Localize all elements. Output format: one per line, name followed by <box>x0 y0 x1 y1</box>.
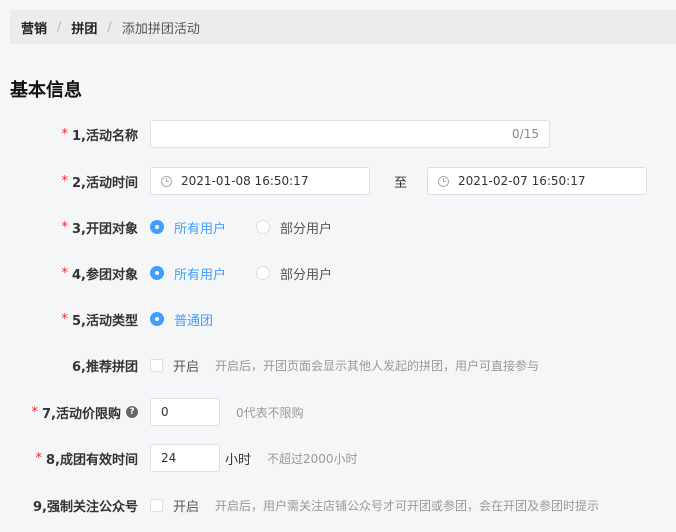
radio-label: 所有用户 <box>174 267 227 283</box>
start-time-value: 2021-01-08 16:50:17 <box>181 174 309 188</box>
input-value: 0 <box>161 405 169 419</box>
label-text: 6,推荐拼团 <box>72 359 138 375</box>
range-separator: 至 <box>394 175 408 191</box>
field-row-name: * 1,活动名称 0/15 <box>0 118 676 150</box>
radio-dot <box>150 266 164 280</box>
radio-label: 部分用户 <box>280 221 333 237</box>
required-mark: * <box>61 126 69 142</box>
field-label-name: * 1,活动名称 <box>62 125 138 144</box>
required-mark: * <box>61 219 69 235</box>
char-counter: 0/15 <box>512 127 539 141</box>
start-time-picker[interactable]: 2021-01-08 16:50:17 <box>150 167 370 195</box>
field-label-open-target: * 3,开团对象 <box>62 218 138 237</box>
breadcrumb-separator: / <box>107 19 112 35</box>
label-text: 7,活动价限购 <box>42 406 121 422</box>
required-mark: * <box>61 173 69 189</box>
label-text: 5,活动类型 <box>72 313 138 329</box>
breadcrumb-separator: / <box>57 19 62 35</box>
activity-name-input[interactable]: 0/15 <box>150 120 550 148</box>
end-time-picker[interactable]: 2021-02-07 16:50:17 <box>427 167 648 195</box>
field-row-join-target: * 4,参团对象 所有用户 部分用户 <box>0 257 676 289</box>
field-row-recommend: 6,推荐拼团 开启 开启后，开团页面会显示其他人发起的拼团，用户可直接参与 <box>0 349 676 381</box>
breadcrumb: 营销 / 拼团 / 添加拼团活动 <box>10 10 676 44</box>
field-label-join-target: * 4,参团对象 <box>62 264 138 283</box>
valid-time-hint: 不超过2000小时 <box>267 451 358 466</box>
clock-icon <box>438 175 450 187</box>
follow-checkbox[interactable]: 开启 <box>150 496 199 515</box>
field-label-time: * 2,活动时间 <box>62 172 138 191</box>
field-row-type: * 5,活动类型 普通团 <box>0 303 676 335</box>
label-text: 8,成团有效时间 <box>46 452 138 468</box>
breadcrumb-current: 添加拼团活动 <box>121 21 200 37</box>
field-label-type: * 5,活动类型 <box>62 310 138 329</box>
label-text: 3,开团对象 <box>72 221 138 237</box>
required-mark: * <box>35 450 43 466</box>
field-label-recommend: 6,推荐拼团 <box>72 356 138 375</box>
radio-join-all-users[interactable]: 所有用户 <box>150 264 226 283</box>
field-row-time: * 2,活动时间 2021-01-08 16:50:17 至 2021-02-0… <box>0 165 676 197</box>
hours-unit: 小时 <box>225 452 252 468</box>
valid-hours-input[interactable]: 24 <box>150 444 220 472</box>
clock-icon <box>161 175 172 187</box>
radio-open-some-users[interactable]: 部分用户 <box>256 218 332 237</box>
question-circle-icon[interactable]: ? <box>126 406 138 418</box>
label-text: 2,活动时间 <box>72 175 138 191</box>
radio-label: 所有用户 <box>174 221 227 237</box>
radio-label: 普通团 <box>174 313 214 329</box>
field-row-follow: 9,强制关注公众号 开启 开启后，用户需关注店铺公众号才可开团或参团，会在开团及… <box>0 489 676 521</box>
radio-dot <box>150 220 164 234</box>
breadcrumb-item-marketing[interactable]: 营销 <box>21 18 47 37</box>
field-row-open-target: * 3,开团对象 所有用户 部分用户 <box>0 211 676 243</box>
radio-normal-group[interactable]: 普通团 <box>150 310 213 329</box>
checkbox-box <box>150 358 163 372</box>
follow-hint: 开启后，用户需关注店铺公众号才可开团或参团，会在开团及参团时提示 <box>215 498 600 513</box>
breadcrumb-item-group-buy[interactable]: 拼团 <box>71 18 97 37</box>
field-row-price-limit: * 7,活动价限购 ? 0 0代表不限购 <box>0 396 676 428</box>
recommend-hint: 开启后，开团页面会显示其他人发起的拼团，用户可直接参与 <box>215 358 540 373</box>
purchase-limit-input[interactable]: 0 <box>150 398 220 426</box>
input-value: 24 <box>161 451 177 465</box>
recommend-checkbox[interactable]: 开启 <box>150 356 199 375</box>
radio-open-all-users[interactable]: 所有用户 <box>150 218 226 237</box>
radio-dot <box>256 266 271 280</box>
price-limit-hint: 0代表不限购 <box>236 405 304 420</box>
end-time-value: 2021-02-07 16:50:17 <box>458 174 586 188</box>
label-text: 4,参团对象 <box>72 267 138 283</box>
field-row-valid-time: * 8,成团有效时间 24 小时 不超过2000小时 <box>0 442 676 474</box>
radio-join-some-users[interactable]: 部分用户 <box>256 264 332 283</box>
field-label-valid-time: * 8,成团有效时间 <box>36 449 138 468</box>
label-text: 9,强制关注公众号 <box>33 499 138 515</box>
field-label-follow: 9,强制关注公众号 <box>33 496 138 515</box>
checkbox-box <box>150 498 163 512</box>
radio-label: 部分用户 <box>280 267 333 283</box>
checkbox-label: 开启 <box>173 499 200 515</box>
radio-dot <box>150 312 164 326</box>
radio-dot <box>256 220 271 234</box>
required-mark: * <box>61 265 69 281</box>
field-label-price-limit: * 7,活动价限购 ? <box>32 403 138 422</box>
section-title: 基本信息 <box>10 80 82 101</box>
required-mark: * <box>31 404 39 420</box>
checkbox-label: 开启 <box>173 359 200 375</box>
required-mark: * <box>61 311 69 327</box>
label-text: 1,活动名称 <box>72 128 138 144</box>
